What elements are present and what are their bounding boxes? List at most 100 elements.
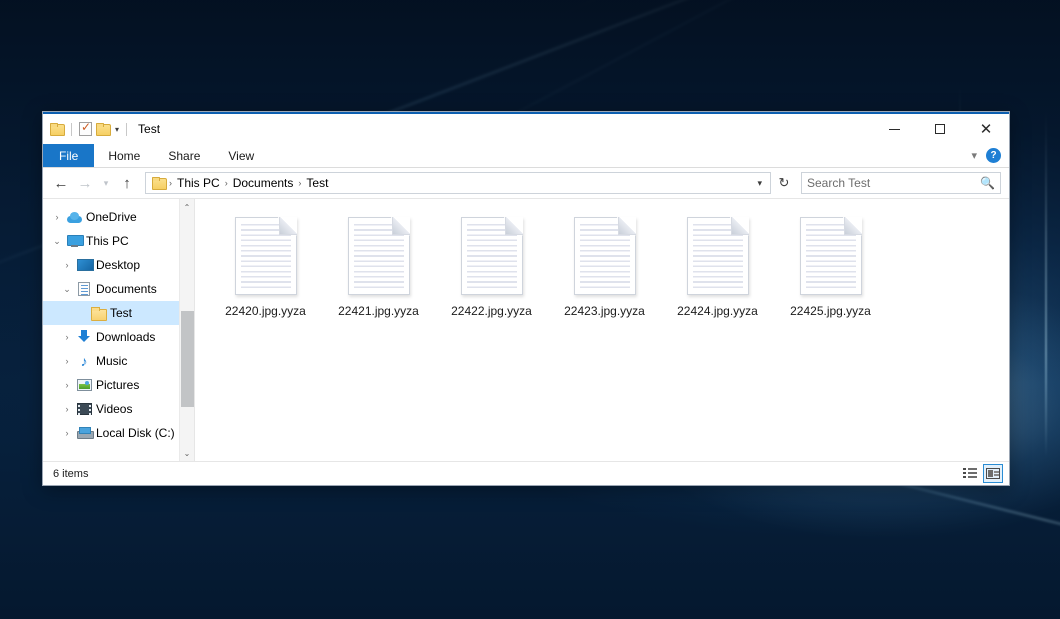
document-fold (618, 217, 636, 235)
refresh-button[interactable]: ↻ (773, 172, 795, 194)
document-fold (505, 217, 523, 235)
sidebar-scrollbar[interactable]: ⌃ ⌄ (179, 199, 194, 461)
forward-button[interactable]: → (73, 171, 97, 195)
sidebar-item-label: Music (93, 354, 127, 368)
sidebar-item-label: This PC (83, 234, 129, 248)
file-list-pane[interactable]: 22420.jpg.yyza 22421.jpg.yyza (195, 199, 1009, 461)
close-button[interactable]: ✕ (963, 114, 1009, 144)
sidebar-item-onedrive[interactable]: › OneDrive (43, 205, 179, 229)
search-icon: 🔍 (980, 176, 995, 190)
close-icon: ✕ (980, 122, 993, 137)
folder-icon[interactable] (50, 123, 64, 135)
sidebar-item-documents[interactable]: ⌄ Documents (43, 277, 179, 301)
sidebar-item-label: Downloads (93, 330, 155, 344)
sidebar-item-test[interactable]: Test (43, 301, 179, 325)
search-input[interactable]: Search Test (807, 176, 980, 190)
address-bar[interactable]: › This PC › Documents › Test ▾ (145, 172, 771, 194)
document-fold (731, 217, 749, 235)
maximize-icon (935, 124, 945, 134)
chevron-right-icon[interactable]: › (59, 356, 75, 366)
maximize-button[interactable] (917, 114, 963, 144)
disk-icon (75, 427, 93, 439)
folder-icon (89, 307, 107, 319)
breadcrumb: › This PC › Documents › Test (150, 176, 751, 190)
chevron-right-icon[interactable]: › (59, 260, 75, 270)
desktop-icon (75, 259, 93, 271)
documents-icon (75, 282, 93, 296)
chevron-down-icon[interactable]: ⌄ (59, 284, 75, 295)
chevron-right-icon[interactable]: › (59, 380, 75, 390)
document-file-icon (235, 217, 297, 295)
file-explorer-window: ▾ Test ✕ File Home Share View (42, 111, 1010, 486)
sidebar-item-local-disk[interactable]: › Local Disk (C:) (43, 421, 179, 445)
sidebar-item-label: OneDrive (83, 210, 137, 224)
tab-share[interactable]: Share (154, 144, 214, 167)
recent-locations-button[interactable]: ▾ (97, 171, 115, 195)
tab-home[interactable]: Home (94, 144, 154, 167)
file-name-label: 22425.jpg.yyza (790, 304, 871, 318)
item-count-label: 6 items (53, 468, 88, 480)
scroll-down-icon[interactable]: ⌄ (180, 445, 195, 461)
window-controls: ✕ (871, 114, 1009, 144)
folder-tree: › OneDrive ⌄ This PC › Desktop (43, 199, 179, 461)
sidebar-item-downloads[interactable]: › Downloads (43, 325, 179, 349)
music-icon: ♪ (75, 354, 93, 368)
sidebar-item-label: Test (107, 306, 132, 320)
status-bar: 6 items (43, 461, 1009, 485)
toolbar-divider (71, 123, 72, 136)
sidebar-item-desktop[interactable]: › Desktop (43, 253, 179, 277)
explorer-body: › OneDrive ⌄ This PC › Desktop (43, 198, 1009, 461)
ribbon-actions: ▾ ? (966, 144, 1009, 167)
file-name-label: 22421.jpg.yyza (338, 304, 419, 318)
chevron-right-icon[interactable]: › (59, 404, 75, 414)
sidebar-item-videos[interactable]: › Videos (43, 397, 179, 421)
list-item[interactable]: 22425.jpg.yyza (774, 213, 887, 335)
toolbar-divider (126, 123, 127, 136)
details-view-icon (963, 468, 977, 479)
minimize-button[interactable] (871, 114, 917, 144)
up-button[interactable]: ↑ (115, 171, 139, 195)
folder-icon[interactable] (152, 177, 166, 189)
large-icons-view-icon (986, 468, 1000, 479)
chevron-down-icon[interactable]: ⌄ (49, 236, 65, 247)
breadcrumb-test[interactable]: Test (302, 176, 332, 190)
back-button[interactable]: ← (49, 171, 73, 195)
list-item[interactable]: 22424.jpg.yyza (661, 213, 774, 335)
view-toggle-group (960, 464, 1003, 483)
list-item[interactable]: 22423.jpg.yyza (548, 213, 661, 335)
document-fold (844, 217, 862, 235)
list-item[interactable]: 22422.jpg.yyza (435, 213, 548, 335)
tab-view[interactable]: View (214, 144, 268, 167)
sidebar-item-music[interactable]: › ♪ Music (43, 349, 179, 373)
sidebar-item-label: Pictures (93, 378, 139, 392)
chevron-down-icon[interactable]: ▾ (966, 149, 982, 162)
sidebar-item-this-pc[interactable]: ⌄ This PC (43, 229, 179, 253)
large-icons-view-button[interactable] (983, 464, 1003, 483)
chevron-right-icon[interactable]: › (59, 332, 75, 342)
sidebar-item-label: Local Disk (C:) (93, 426, 175, 440)
search-box[interactable]: Search Test 🔍 (801, 172, 1001, 194)
desktop: ▾ Test ✕ File Home Share View (0, 0, 1060, 619)
scrollbar-thumb[interactable] (181, 311, 194, 407)
scroll-up-icon[interactable]: ⌃ (180, 199, 195, 215)
new-folder-icon[interactable] (96, 123, 110, 135)
chevron-down-icon[interactable]: ▾ (751, 178, 768, 189)
list-item[interactable]: 22420.jpg.yyza (209, 213, 322, 335)
chevron-right-icon[interactable]: › (59, 428, 75, 438)
breadcrumb-documents[interactable]: Documents (229, 176, 298, 190)
help-icon[interactable]: ? (986, 148, 1001, 163)
document-file-icon (574, 217, 636, 295)
details-view-button[interactable] (960, 464, 980, 483)
sidebar-item-pictures[interactable]: › Pictures (43, 373, 179, 397)
document-file-icon (800, 217, 862, 295)
file-name-label: 22420.jpg.yyza (225, 304, 306, 318)
breadcrumb-this-pc[interactable]: This PC (173, 176, 224, 190)
chevron-right-icon[interactable]: › (49, 212, 65, 222)
tab-file[interactable]: File (43, 144, 94, 167)
file-name-label: 22423.jpg.yyza (564, 304, 645, 318)
chevron-down-icon[interactable]: ▾ (115, 122, 119, 136)
list-item[interactable]: 22421.jpg.yyza (322, 213, 435, 335)
scrollbar-track[interactable] (180, 215, 195, 445)
document-file-icon (687, 217, 749, 295)
properties-icon[interactable] (79, 122, 92, 136)
